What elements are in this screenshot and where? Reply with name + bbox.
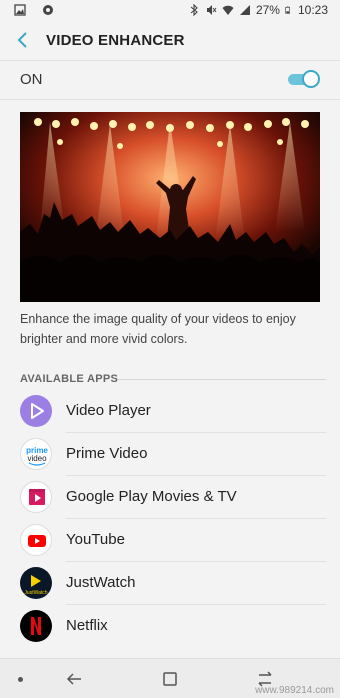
app-item-google-play-movies[interactable]: Google Play Movies & TV	[0, 476, 340, 519]
app-name: Netflix	[66, 617, 108, 634]
app-name: YouTube	[66, 531, 125, 548]
watermark: www.989214.com	[255, 685, 334, 696]
battery-percent: 27%	[255, 3, 280, 17]
status-bar: 27% 10:23	[0, 0, 340, 22]
app-list: Video Player prime video Prime Video Goo…	[0, 390, 340, 648]
svg-text:JustWatch: JustWatch	[24, 590, 47, 596]
app-name: JustWatch	[66, 574, 136, 591]
section-divider	[118, 379, 326, 380]
video-player-icon	[20, 395, 52, 427]
app-name: Video Player	[66, 402, 151, 419]
section-header-available-apps: AVAILABLE APPS	[20, 373, 119, 385]
back-arrow-icon[interactable]	[14, 30, 34, 50]
app-item-justwatch[interactable]: JustWatch JustWatch	[0, 562, 340, 605]
feature-description: Enhance the image quality of your videos…	[20, 312, 296, 346]
play-movies-icon	[20, 481, 52, 513]
header-divider	[0, 60, 340, 61]
page-title: VIDEO ENHANCER	[46, 32, 185, 49]
app-item-netflix[interactable]: Netflix	[0, 605, 340, 648]
gallery-notification-icon	[14, 4, 26, 16]
app-name: Google Play Movies & TV	[66, 488, 237, 505]
nav-back-icon[interactable]	[64, 669, 84, 689]
master-toggle-switch[interactable]	[288, 70, 320, 88]
app-item-video-player[interactable]: Video Player	[0, 390, 340, 433]
bluetooth-icon	[190, 4, 198, 16]
master-switch-row[interactable]: ON	[0, 62, 340, 98]
app-name: Prime Video	[66, 445, 148, 462]
app-item-youtube[interactable]: YouTube	[0, 519, 340, 562]
battery-icon	[285, 6, 290, 14]
signal-icon	[239, 5, 250, 15]
video-enhancer-screen: 27% 10:23 VIDEO ENHANCER ON Enhance the …	[0, 0, 340, 698]
concert-preview-image	[20, 112, 320, 302]
keyboard-hide-dot[interactable]	[18, 677, 23, 682]
app-bar: VIDEO ENHANCER	[0, 22, 340, 60]
netflix-icon	[20, 610, 52, 642]
justwatch-icon: JustWatch	[20, 567, 52, 599]
nav-home-icon[interactable]	[160, 669, 180, 689]
wifi-icon	[222, 5, 234, 15]
settings-notification-icon	[43, 5, 53, 15]
svg-text:video: video	[27, 454, 47, 463]
master-switch-label: ON	[20, 71, 43, 88]
toggle-divider	[0, 99, 340, 100]
mute-icon	[206, 5, 217, 15]
clock: 10:23	[297, 3, 328, 17]
navigation-bar: www.989214.com	[0, 658, 340, 698]
youtube-icon	[20, 524, 52, 556]
app-item-prime-video[interactable]: prime video Prime Video	[0, 433, 340, 476]
prime-video-icon: prime video	[20, 438, 52, 470]
